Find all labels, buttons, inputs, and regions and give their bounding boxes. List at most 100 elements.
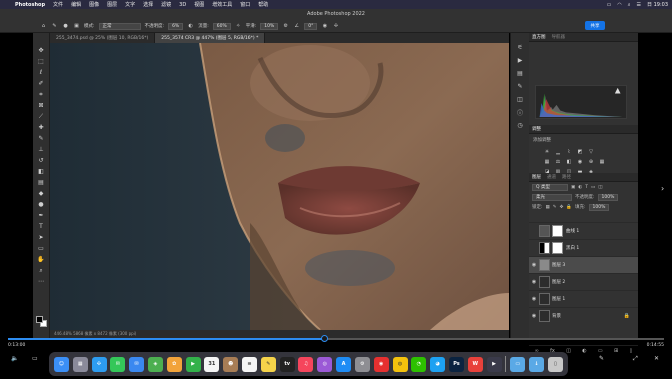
layer-mask-thumbnail[interactable] (552, 225, 563, 237)
tab-histogram[interactable]: 直方图 (532, 34, 546, 40)
dock-netease-music-icon[interactable]: ◉ (373, 356, 389, 372)
pressure-size-icon[interactable]: ◉ (321, 23, 328, 30)
dock-photos-icon[interactable]: ✿ (166, 356, 182, 372)
smooth-field[interactable]: 10% (260, 22, 279, 30)
menu-window[interactable]: 窗口 (240, 1, 250, 8)
dock-appstore-icon[interactable]: A (336, 356, 352, 372)
menu-3d[interactable]: 3D (179, 2, 186, 8)
levels-icon[interactable]: ▁ (554, 148, 562, 155)
eraser-icon[interactable]: ◧ (36, 166, 47, 177)
exposure-icon[interactable]: ◩ (576, 148, 584, 155)
tab-layers[interactable]: 图层 (532, 174, 541, 180)
quick-select-icon[interactable]: ✐ (36, 78, 47, 89)
share-button[interactable]: 共享 (585, 21, 605, 30)
close-icon[interactable]: ✕ (654, 355, 659, 362)
new-adjustment-icon[interactable]: ◐ (582, 348, 586, 354)
pen-tool-icon[interactable]: ✒ (36, 210, 47, 221)
hue-saturation-icon[interactable]: ▦ (543, 158, 551, 165)
blur-tool-icon[interactable]: ◆ (36, 188, 47, 199)
dock-photoshop-icon[interactable]: Ps (448, 356, 464, 372)
lock-pixels-icon[interactable]: ▦ (546, 205, 550, 210)
filter-pixel-icon[interactable]: ▣ (571, 185, 575, 190)
menu-image[interactable]: 图像 (89, 1, 99, 8)
next-chevron-icon[interactable]: › (661, 184, 664, 193)
color-lookup-icon[interactable]: ▦ (598, 158, 606, 165)
layer-row-layer-1[interactable]: ◉ 图层 1 (529, 290, 638, 307)
tab-document-1[interactable]: 255_3474.psd @ 25% (图层 10, RGB/16*) (50, 33, 156, 43)
visibility-eye-icon[interactable]: ◉ (529, 296, 539, 302)
angle-icon[interactable]: ∠ (293, 23, 300, 30)
video-progress-track[interactable] (8, 335, 664, 342)
dock-qq-icon[interactable]: ◕ (430, 356, 446, 372)
frame-tool-icon[interactable]: ⊠ (36, 100, 47, 111)
history-brush-icon[interactable]: ↺ (36, 155, 47, 166)
filter-type-icon[interactable]: T (585, 185, 588, 190)
brush-tool-icon[interactable]: ✎ (36, 133, 47, 144)
layer-kind-filter[interactable]: Q 类型 (532, 183, 568, 191)
dock-reminders-icon[interactable]: ≡ (242, 356, 258, 372)
visibility-eye-icon[interactable]: ◉ (529, 279, 539, 285)
menu-select[interactable]: 选择 (143, 1, 153, 8)
layer-comps-icon[interactable]: ◫ (516, 95, 525, 104)
dock-video-player-icon[interactable]: ▶ (486, 356, 502, 372)
home-icon[interactable]: ⌂ (40, 23, 47, 30)
dock-music-icon[interactable]: ♫ (298, 356, 314, 372)
filter-shape-icon[interactable]: ▭ (591, 185, 595, 190)
dodge-tool-icon[interactable]: ● (36, 199, 47, 210)
filter-smart-icon[interactable]: ◫ (598, 185, 602, 190)
flow-field[interactable]: 60% (212, 22, 231, 30)
filter-adjust-icon[interactable]: ◐ (578, 185, 582, 190)
angle-field[interactable]: 0° (304, 22, 318, 30)
artboard-tool-icon[interactable]: ⬚ (36, 56, 47, 67)
play-icon[interactable]: ▶ (516, 56, 525, 65)
lasso-tool-icon[interactable]: ℓ (36, 67, 47, 78)
layer-row-layer-2[interactable]: ◉ 图层 2 (529, 273, 638, 290)
dock-notes-icon[interactable]: ✎ (260, 356, 276, 372)
move-tool-icon[interactable]: ✥ (36, 45, 47, 56)
menubar-clock[interactable]: 日 19:03 (647, 1, 668, 8)
pressure-opacity-icon[interactable]: ◐ (187, 23, 194, 30)
dock-mail-icon[interactable]: ✉ (129, 356, 145, 372)
symmetry-icon[interactable]: ✢ (332, 23, 339, 30)
menu-filter[interactable]: 滤镜 (161, 1, 171, 8)
dock-facetime-icon[interactable]: ▶ (185, 356, 201, 372)
lock-move-icon[interactable]: ✥ (560, 205, 564, 210)
delete-layer-icon[interactable]: ▯ (629, 348, 632, 354)
menu-plugins[interactable]: 增效工具 (212, 1, 232, 8)
opacity-field[interactable]: 6% (168, 22, 184, 30)
more-tools-icon[interactable]: ⋯ (36, 276, 47, 287)
menu-view[interactable]: 视图 (194, 1, 204, 8)
clone-stamp-icon[interactable]: ⊥ (36, 144, 47, 155)
brush-preset-icon[interactable]: ● (62, 23, 69, 30)
fill-field[interactable]: 100% (588, 203, 610, 211)
dock-contacts-icon[interactable]: ☻ (223, 356, 239, 372)
properties-icon[interactable]: ▤ (516, 69, 525, 78)
visibility-eye-icon[interactable]: ◉ (529, 313, 539, 319)
rectangle-tool-icon[interactable]: ▭ (36, 243, 47, 254)
tab-document-2[interactable]: 255_3574 CR3 @ 447% (图层 5, RGB/16*) * (155, 33, 266, 43)
photo-filter-icon[interactable]: ◉ (576, 158, 584, 165)
brush-tool-icon[interactable]: ✎ (51, 23, 58, 30)
control-center-icon[interactable]: ☰ (637, 2, 641, 8)
tab-paths[interactable]: 路径 (562, 174, 571, 180)
curves-icon[interactable]: ⌇ (565, 148, 573, 155)
menu-edit[interactable]: 编辑 (71, 1, 81, 8)
tab-navigator[interactable]: 导航器 (552, 34, 566, 40)
volume-icon[interactable]: 🔈 (11, 355, 18, 362)
visibility-eye-icon[interactable]: ◉ (529, 262, 539, 268)
tab-channels[interactable]: 通道 (547, 174, 556, 180)
mode-select[interactable]: 正常 (98, 22, 141, 30)
channel-mixer-icon[interactable]: ⊕ (587, 158, 595, 165)
dock-calendar-icon[interactable]: 31 (204, 356, 220, 372)
dock-appletv-icon[interactable]: tv (279, 356, 295, 372)
info-icon[interactable]: ⓘ (516, 108, 525, 117)
add-mask-icon[interactable]: ◫ (566, 348, 571, 354)
menu-file[interactable]: 文件 (53, 1, 63, 8)
color-balance-icon[interactable]: ⚖ (554, 158, 562, 165)
healing-brush-icon[interactable]: ✚ (36, 122, 47, 133)
document-canvas[interactable] (50, 43, 509, 330)
layer-row-black-white-1[interactable]: 黑白 1 (529, 239, 638, 256)
brush-settings-icon[interactable]: ▣ (73, 23, 80, 30)
app-menu[interactable]: Photoshop (15, 2, 45, 8)
blend-mode-select[interactable]: 柔光 (532, 193, 572, 201)
